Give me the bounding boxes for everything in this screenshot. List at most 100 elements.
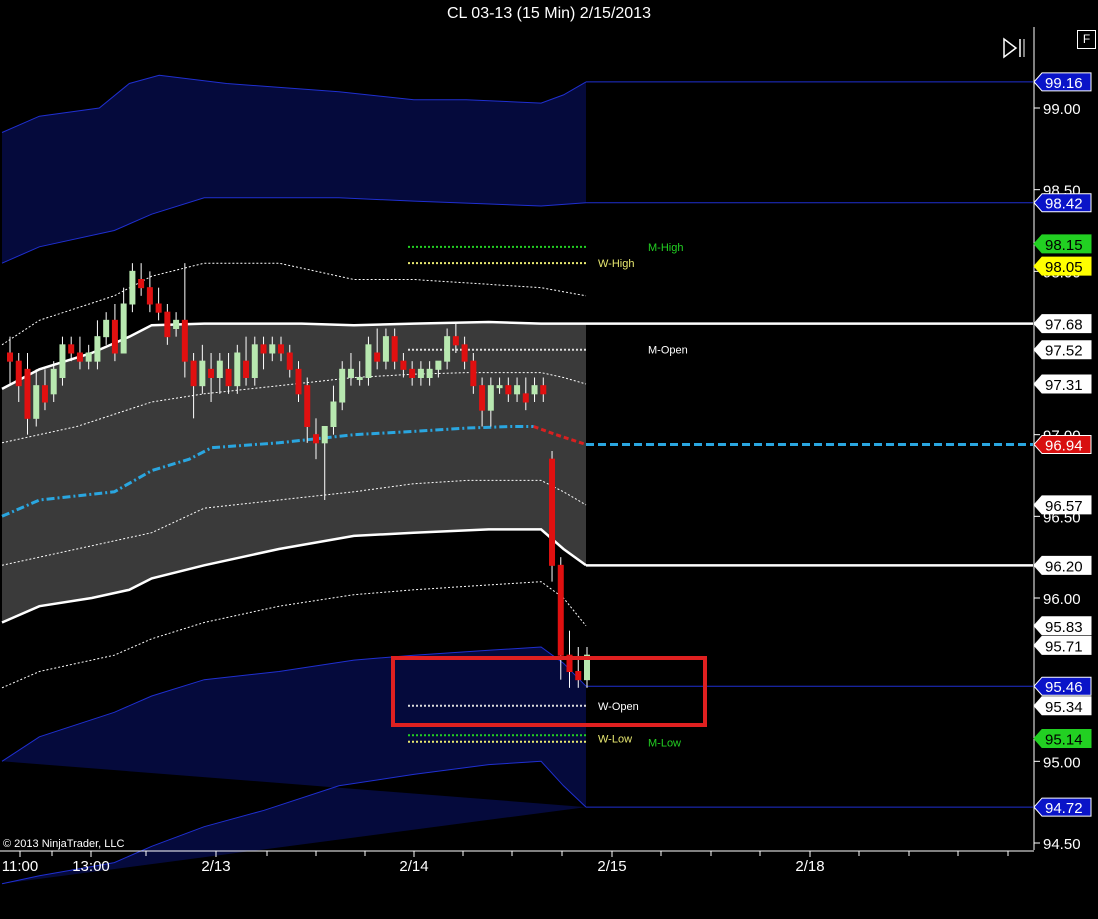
candle-body [496,385,503,389]
candle-body [225,368,232,387]
candle-body [129,270,136,305]
candle [120,287,127,354]
candle-body [575,671,582,681]
chart-frame: M-High W-High M-Open W-Open W-Low M-Low 94.50… [0,27,1098,914]
candle-body [208,368,215,379]
candle-body [7,352,13,362]
candle-body [321,426,328,444]
candle-body [24,368,31,419]
level-label-m-open: M-Open [648,345,688,357]
y-tick-label: 95.00 [1043,754,1081,771]
candle-body [286,352,293,370]
candle-body [540,385,547,395]
candle-body [452,336,459,346]
candle-body [181,319,188,362]
price-marker-label: 95.83 [1045,619,1083,636]
candle-body [190,360,197,387]
candle-body [557,564,564,656]
price-marker-96-57: 96.57 [1033,495,1092,515]
x-tick-label: 11:00 [2,858,38,875]
candle-body [461,344,468,362]
candle-body [68,344,75,354]
x-tick-label: 2/15 [597,858,626,875]
price-marker-99-16: 99.16 [1033,72,1092,92]
candle-body [76,352,83,362]
candle-body [278,344,285,354]
candle-body [164,311,171,338]
candle-body [444,336,451,362]
candle [103,312,110,345]
price-marker-95-83: 95.83 [1033,616,1092,636]
candle-body [173,319,180,330]
f-button[interactable]: F [1077,30,1096,49]
candle-body [111,319,118,354]
candle [129,263,136,313]
price-marker-label: 98.15 [1045,237,1083,254]
candle-body [269,344,276,354]
candle-body [487,385,494,411]
gray-center-band [2,322,586,623]
candle-body [138,279,145,289]
price-marker-96-20: 96.20 [1033,555,1092,575]
candle-body [251,344,258,379]
candle-body [356,377,363,380]
copyright-text: © 2013 NinjaTrader, LLC [3,838,124,850]
candle-body [59,344,66,379]
candle-body [505,385,512,395]
candle-body [85,352,92,362]
candle-body [146,287,153,305]
candle [181,263,188,378]
candle-body [549,458,556,566]
y-tick-label: 96.00 [1043,591,1081,608]
y-tick-label: 99.00 [1043,101,1081,118]
price-marker-98-05: 98.05 [1033,256,1092,276]
candle-body [391,336,398,362]
candle-body [94,336,101,362]
candle-body [365,344,372,379]
price-marker-label: 95.14 [1045,731,1083,748]
level-label-m-low: M-Low [648,737,681,749]
candle-body [330,401,337,427]
x-tick-label: 13:00 [72,858,110,875]
candle-body [15,360,22,387]
level-label-w-high: W-High [598,258,634,270]
price-marker-label: 95.71 [1045,638,1083,655]
candle [68,336,75,362]
price-marker-label: 95.46 [1045,679,1083,696]
candle [111,304,118,362]
price-chart[interactable]: M-High W-High M-Open W-Open W-Low M-Low 94.50… [0,27,1098,914]
price-marker-label: 97.31 [1045,377,1083,394]
price-marker-98-15: 98.15 [1033,234,1092,254]
candle-body [374,352,381,362]
x-tick-label: 2/18 [795,858,824,875]
level-label-w-open: W-Open [598,701,639,713]
candle-body [304,385,311,427]
candle-body [522,393,529,403]
price-marker-label: 97.68 [1045,317,1083,334]
candle-body [216,360,223,378]
price-marker-97-31: 97.31 [1033,374,1092,394]
candle-body [260,344,267,354]
price-marker-label: 98.42 [1045,196,1083,213]
candle-body [400,360,407,370]
scroll-to-end-icon[interactable] [1003,37,1025,59]
price-marker-95-71: 95.71 [1033,635,1092,655]
candle-body [470,360,477,387]
candle-body [50,368,57,395]
candle-body [479,385,486,411]
candle-body [243,360,250,378]
price-marker-96-94: 96.94 [1033,434,1092,454]
price-marker-94-72: 94.72 [1033,797,1092,817]
x-tick-label: 2/13 [201,858,230,875]
bands-layer [1,74,587,885]
candle-body [417,368,424,379]
candle-body [347,368,354,379]
candle-body [339,368,346,403]
candle-body [155,303,162,313]
price-marker-label: 99.16 [1045,75,1083,92]
price-marker-95-34: 95.34 [1033,696,1092,716]
candle-body [295,368,302,395]
level-label-w-low: W-Low [598,733,632,745]
candle-body [312,434,319,444]
price-marker-label: 96.57 [1045,498,1083,515]
